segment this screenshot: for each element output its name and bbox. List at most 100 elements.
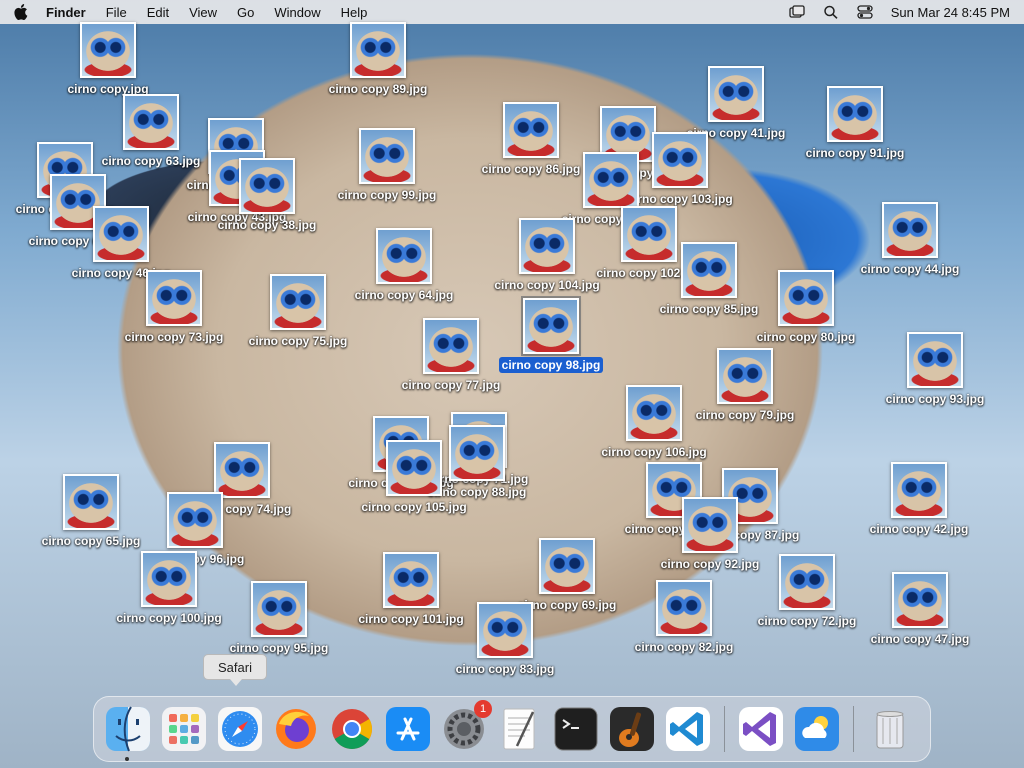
dock-app-terminal[interactable]	[551, 704, 601, 754]
file-name-label: cirno copy 80.jpg	[756, 330, 856, 344]
file-name-label: cirno copy 89.jpg	[328, 82, 428, 96]
app-menu-finder[interactable]: Finder	[46, 5, 86, 20]
desktop-file-icon[interactable]: cirno copy 72.jpg	[742, 554, 872, 630]
dock-app-garageband[interactable]	[607, 704, 657, 754]
safari-icon	[218, 707, 262, 751]
image-thumbnail	[708, 66, 764, 122]
image-thumbnail	[539, 538, 595, 594]
control-center-icon[interactable]	[857, 5, 873, 19]
image-thumbnail	[521, 296, 581, 356]
visual-studio-icon	[739, 707, 783, 751]
image-thumbnail	[503, 102, 559, 158]
image-thumbnail	[167, 492, 223, 548]
spotlight-search-icon[interactable]	[823, 5, 839, 19]
desktop-file-icon[interactable]: cirno copy 82.jpg	[619, 580, 749, 656]
image-thumbnail	[583, 152, 639, 208]
file-name-label: cirno copy 100.jpg	[116, 611, 222, 625]
terminal-icon	[554, 707, 598, 751]
desktop-file-icon[interactable]: cirno copy 38.jpg	[202, 158, 332, 234]
desktop-file-icon[interactable]: cirno copy 75.jpg	[233, 274, 363, 350]
menu-view[interactable]: View	[189, 5, 217, 20]
desktop-file-icon[interactable]: cirno copy 73.jpg	[109, 270, 239, 346]
desktop-file-icon[interactable]: cirno copy 42.jpg	[854, 462, 984, 538]
desktop-file-icon[interactable]: cirno copy 91.jpg	[790, 86, 920, 162]
image-thumbnail	[359, 128, 415, 184]
dock-app-vscode[interactable]	[663, 704, 713, 754]
desktop-file-icon[interactable]: cirno copy 80.jpg	[741, 270, 871, 346]
trash-icon	[876, 711, 904, 749]
desktop-file-icon[interactable]: cirno copy 93.jpg	[870, 332, 1000, 408]
desktop-file-icon[interactable]: cirno copy.jpg	[43, 22, 173, 98]
dock-app-chrome[interactable]	[327, 704, 377, 754]
image-thumbnail	[892, 572, 948, 628]
menu-file[interactable]: File	[106, 5, 127, 20]
desktop-file-icon[interactable]: cirno copy 89.jpg	[313, 22, 443, 98]
image-thumbnail	[519, 218, 575, 274]
dock-app-firefox[interactable]	[271, 704, 321, 754]
image-thumbnail	[778, 270, 834, 326]
image-thumbnail	[214, 442, 270, 498]
file-name-label: cirno copy 64.jpg	[354, 288, 454, 302]
desktop-file-icon[interactable]: cirno copy 95.jpg	[214, 581, 344, 657]
desktop-file-icon[interactable]: cirno copy 105.jpg	[349, 440, 479, 516]
image-thumbnail	[779, 554, 835, 610]
screen-mirror-icon[interactable]	[789, 5, 805, 19]
image-thumbnail	[891, 462, 947, 518]
file-name-label: cirno copy 82.jpg	[634, 640, 734, 654]
dock-separator	[724, 706, 725, 752]
menubar-clock[interactable]: Sun Mar 24 8:45 PM	[891, 5, 1010, 20]
desktop-file-icon[interactable]: cirno copy 83.jpg	[440, 602, 570, 678]
image-thumbnail	[141, 551, 197, 607]
menu-bar: Finder File Edit View Go Window Help Sun…	[0, 0, 1024, 24]
image-thumbnail	[626, 385, 682, 441]
image-thumbnail	[907, 332, 963, 388]
dock-separator	[853, 706, 854, 752]
image-thumbnail	[80, 22, 136, 78]
file-name-label: cirno copy 47.jpg	[870, 632, 970, 646]
desktop-file-icon[interactable]: cirno copy 77.jpg	[386, 318, 516, 394]
desktop-file-icon[interactable]: cirno copy 47.jpg	[855, 572, 985, 648]
textedit-icon	[503, 708, 535, 750]
image-thumbnail	[270, 274, 326, 330]
file-name-label: cirno copy 72.jpg	[757, 614, 857, 628]
finder-icon	[106, 706, 150, 752]
menu-edit[interactable]: Edit	[147, 5, 169, 20]
dock-app-textedit[interactable]	[495, 704, 545, 754]
menu-go[interactable]: Go	[237, 5, 254, 20]
file-name-label: cirno copy 91.jpg	[805, 146, 905, 160]
file-name-label: cirno copy 75.jpg	[248, 334, 348, 348]
image-thumbnail	[656, 580, 712, 636]
menu-window[interactable]: Window	[274, 5, 320, 20]
dock-app-safari[interactable]	[215, 704, 265, 754]
dock: 1	[93, 696, 931, 762]
dock-app-weather[interactable]	[792, 704, 842, 754]
file-name-label: cirno copy 42.jpg	[869, 522, 969, 536]
menu-help[interactable]: Help	[341, 5, 368, 20]
vscode-icon	[666, 707, 710, 751]
image-thumbnail	[682, 497, 738, 553]
file-name-label: cirno copy 105.jpg	[361, 500, 467, 514]
desktop-file-icon[interactable]: cirno copy 44.jpg	[845, 202, 975, 278]
dock-app-app-store[interactable]	[383, 704, 433, 754]
file-name-label: cirno copy 77.jpg	[401, 378, 501, 392]
dock-tooltip: Safari	[203, 654, 267, 686]
file-name-label: cirno copy 93.jpg	[885, 392, 985, 406]
file-name-label: cirno copy 83.jpg	[455, 662, 555, 676]
dock-app-system-settings[interactable]: 1	[439, 700, 492, 754]
dock-app-launchpad[interactable]	[159, 704, 209, 754]
desktop-file-icon[interactable]: cirno copy 106.jpg	[589, 385, 719, 461]
image-thumbnail	[386, 440, 442, 496]
file-name-label: cirno copy 38.jpg	[217, 218, 317, 232]
desktop-file-icon[interactable]: cirno copy 99.jpg	[322, 128, 452, 204]
image-thumbnail	[717, 348, 773, 404]
app-store-icon	[386, 707, 430, 751]
chrome-icon	[332, 709, 372, 749]
dock-app-visual-studio[interactable]	[736, 704, 786, 754]
dock-app-trash[interactable]	[865, 704, 915, 754]
dock-app-finder[interactable]	[103, 704, 153, 761]
image-thumbnail	[93, 206, 149, 262]
file-name-label: cirno copy 106.jpg	[601, 445, 707, 459]
file-name-label: cirno copy 65.jpg	[41, 534, 141, 548]
image-thumbnail	[882, 202, 938, 258]
apple-menu-icon[interactable]	[14, 4, 28, 20]
